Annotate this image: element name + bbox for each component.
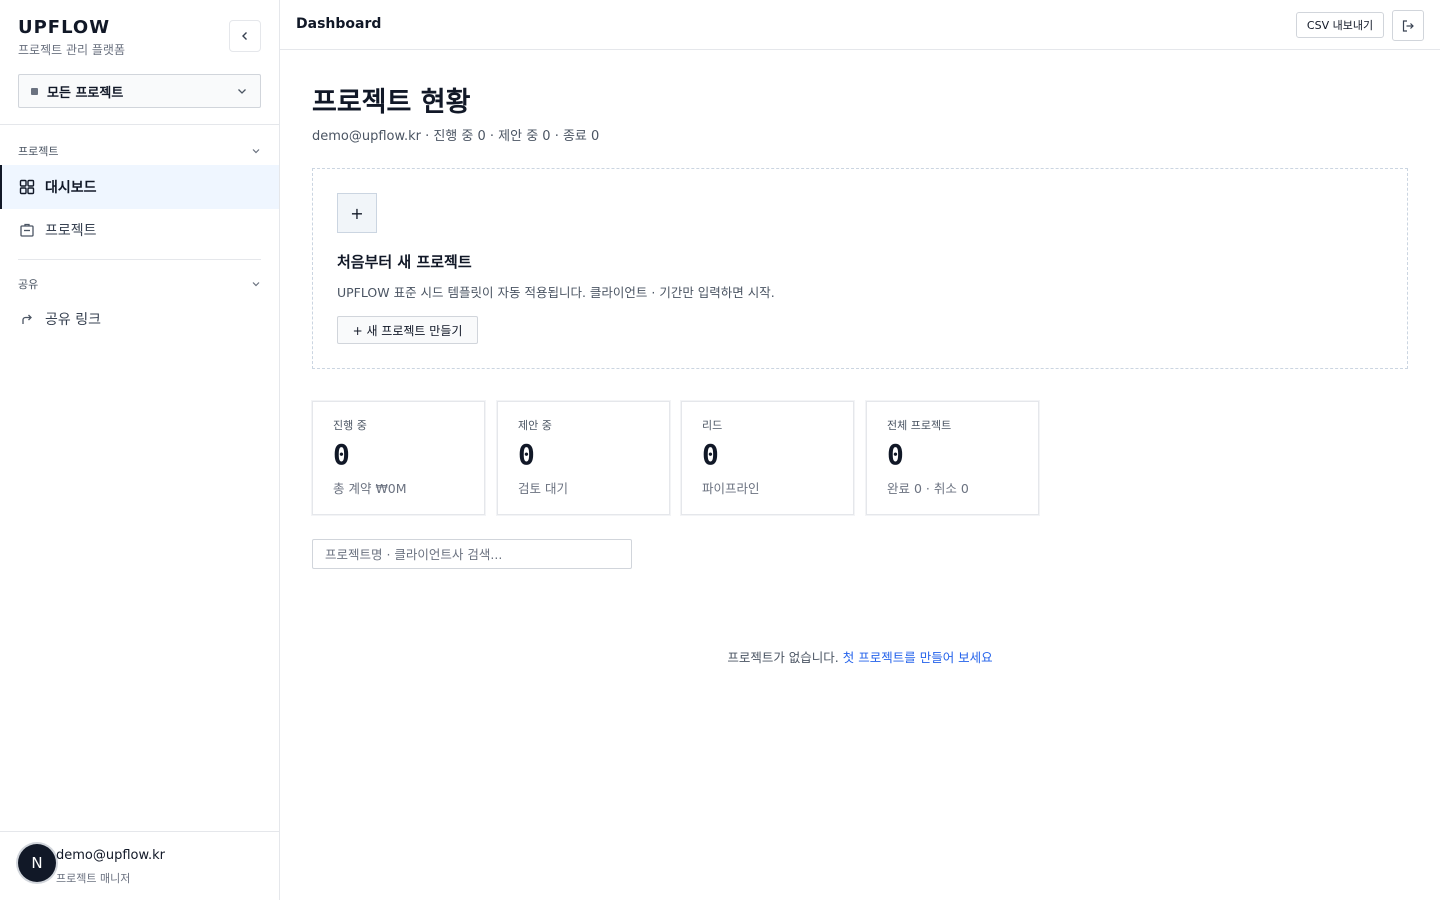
stat-card-in-progress: 진행 중 0 총 계약 ₩0M [312,401,485,515]
section-label: 프로젝트 [18,145,59,158]
avatar[interactable]: N [18,844,56,882]
sidebar-item-label: 대시보드 [45,180,97,196]
stat-value: 0 [887,438,904,471]
logout-icon [1402,19,1414,32]
chevron-down-icon [252,149,260,154]
sidebar-item-projects[interactable]: 프로젝트 [0,208,279,252]
section-label: 공유 [18,278,39,291]
page-title: 프로젝트 현황 [312,87,471,118]
breadcrumb: Dashboard [296,16,382,32]
page-summary: demo@upflow.kr · 진행 중 0 · 제안 중 0 · 종료 0 [312,129,600,144]
stat-subtext: 파이프라인 [702,481,760,496]
stat-card-leads: 리드 0 파이프라인 [681,401,854,515]
share-arrow-icon [22,314,32,324]
briefcase-icon [20,223,34,237]
brand: UPFLOW 프로젝트 관리 플랫폼 [18,18,125,58]
divider [18,259,261,260]
project-select-value: 모든 프로젝트 [47,85,124,101]
brand-subtitle: 프로젝트 관리 플랫폼 [18,43,125,57]
stat-value: 0 [518,438,535,471]
chevron-left-icon [242,32,247,40]
stat-label: 진행 중 [333,419,367,432]
new-project-title: 처음부터 새 프로젝트 [337,253,472,271]
new-project-description: UPFLOW 표준 시드 템플릿이 자동 적용됩니다. 클라이언트 · 기간만 … [337,285,775,300]
user-role: 프로젝트 매니저 [56,872,131,885]
new-project-card: + 처음부터 새 프로젝트 UPFLOW 표준 시드 템플릿이 자동 적용됩니다… [312,168,1408,369]
create-first-project-link[interactable]: 첫 프로젝트를 만들어 보세요 [843,650,993,665]
dashboard-grid-icon [19,179,35,195]
stat-subtext: 총 계약 ₩0M [333,481,407,496]
brand-title: UPFLOW [18,17,111,38]
user-profile[interactable]: N demo@upflow.kr 프로젝트 매니저 [0,831,279,900]
divider [0,124,279,125]
sidebar-item-share-links[interactable]: 공유 링크 [0,297,279,341]
section-header-projects[interactable]: 프로젝트 [18,143,261,159]
stat-subtext: 완료 0 · 취소 0 [887,481,969,496]
stat-label: 제안 중 [518,419,552,432]
create-project-button[interactable]: + 새 프로젝트 만들기 [337,316,478,344]
csv-export-button[interactable]: CSV 내보내기 [1296,12,1384,38]
status-dot-icon [31,87,38,95]
chevron-down-icon [238,89,246,94]
stat-subtext: 검토 대기 [518,481,568,496]
section-header-share[interactable]: 공유 [18,276,261,292]
logout-button[interactable] [1392,10,1424,41]
stat-card-total: 전체 프로젝트 0 완료 0 · 취소 0 [866,401,1039,515]
project-select[interactable]: 모든 프로젝트 [18,74,261,108]
collapse-sidebar-button[interactable] [229,20,261,52]
chevron-down-icon [252,282,260,287]
empty-state-text: 프로젝트가 없습니다. [727,650,839,665]
stat-label: 전체 프로젝트 [887,419,952,432]
project-search-input[interactable] [312,539,632,569]
empty-state: 프로젝트가 없습니다. 첫 프로젝트를 만들어 보세요 [312,647,1408,666]
stat-card-proposal: 제안 중 0 검토 대기 [497,401,670,515]
sidebar-item-label: 프로젝트 [45,223,97,239]
plus-icon[interactable]: + [337,193,377,233]
sidebar-item-dashboard[interactable]: 대시보드 [0,165,279,209]
stat-label: 리드 [702,419,723,432]
sidebar-item-label: 공유 링크 [45,312,101,328]
stat-value: 0 [333,438,350,471]
sidebar: UPFLOW 프로젝트 관리 플랫폼 모든 프로젝트 프로젝트 대시보드 프로젝… [0,0,280,900]
stat-value: 0 [702,438,719,471]
top-bar: Dashboard CSV 내보내기 [280,0,1440,50]
user-email: demo@upflow.kr [56,848,165,863]
